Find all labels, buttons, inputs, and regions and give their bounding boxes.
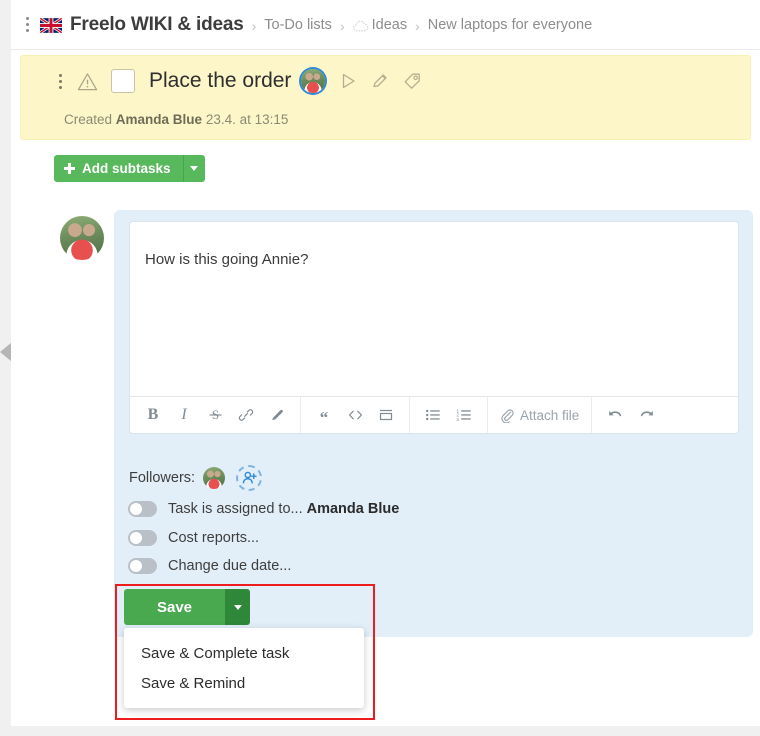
toolbar-group-blocks: “	[301, 397, 410, 433]
toggle-cost-reports[interactable]	[128, 530, 157, 546]
chevron-down-icon	[190, 166, 199, 171]
toolbar-group-history	[592, 397, 669, 433]
paperclip-icon	[500, 408, 514, 423]
app-root: Freelo WIKI & ideas › To-Do lists › Idea…	[0, 0, 760, 736]
comment-editor[interactable]: How is this going Annie? B I S	[129, 221, 739, 434]
task-assignee-avatar[interactable]	[301, 69, 326, 93]
highlighter-icon[interactable]	[264, 402, 290, 428]
editor-toolbar: B I S	[130, 396, 738, 433]
breadcrumb-project[interactable]: Freelo WIKI & ideas	[70, 14, 244, 36]
toggle-text: Task is assigned to...	[168, 501, 303, 517]
breadcrumb-separator-3: ›	[415, 17, 420, 34]
toolbar-group-format: B I S	[130, 397, 301, 433]
toggle-row-change-due-date: Change due date...	[128, 558, 291, 574]
toolbar-group-attach: Attach file	[488, 397, 593, 433]
created-author: Amanda Blue	[115, 112, 203, 127]
toggle-label-change-due-date: Change due date...	[168, 558, 292, 574]
undo-icon[interactable]	[602, 402, 628, 428]
followers-label: Followers:	[129, 470, 196, 486]
edit-pencil-icon[interactable]	[371, 72, 389, 90]
add-person-icon[interactable]	[236, 465, 263, 491]
block-icon[interactable]	[373, 402, 399, 428]
toggle-task-assigned-to[interactable]	[128, 501, 157, 517]
toggle-label-cost-reports: Cost reports...	[168, 530, 260, 546]
numbered-list-icon[interactable]: 1 2 3	[451, 402, 477, 428]
bullet-list-icon[interactable]	[420, 402, 446, 428]
page-card: Freelo WIKI & ideas › To-Do lists › Idea…	[11, 0, 760, 726]
toolbar-group-lists: 1 2 3	[410, 397, 488, 433]
task-header-strip: Place the order Created Amanda Blue 23.4…	[20, 55, 751, 140]
breadcrumb-separator-2: ›	[339, 17, 345, 34]
svg-text:3: 3	[456, 417, 459, 422]
code-icon[interactable]	[342, 402, 368, 428]
cloud-icon	[352, 20, 369, 33]
menu-item-save-remind[interactable]: Save & Remind	[124, 668, 364, 698]
toggle-row-task-assigned-to: Task is assigned to... Amanda Blue	[128, 501, 399, 517]
redo-icon[interactable]	[633, 402, 659, 428]
save-button[interactable]: Save	[124, 589, 225, 625]
attach-file-label: Attach file	[520, 407, 580, 423]
save-button-group: Save	[124, 589, 250, 625]
page-title[interactable]: Place the order	[149, 69, 291, 93]
breadcrumb-item-ideas[interactable]: Ideas	[372, 17, 407, 33]
toggle-row-cost-reports: Cost reports...	[128, 530, 259, 546]
comment-composer-panel: How is this going Annie? B I S	[114, 210, 753, 637]
menu-item-save-complete-task[interactable]: Save & Complete task	[124, 638, 364, 668]
uk-flag-icon	[40, 18, 62, 33]
comment-author-avatar[interactable]	[60, 216, 104, 260]
kebab-menu-icon[interactable]	[20, 15, 34, 35]
plus-icon	[64, 163, 75, 174]
breadcrumb-separator-1: ›	[251, 17, 257, 34]
toggle-value: Amanda Blue	[306, 501, 400, 517]
comment-input[interactable]: How is this going Annie?	[145, 251, 308, 268]
task-kebab-menu-icon[interactable]	[54, 71, 67, 91]
task-created-line: Created Amanda Blue 23.4. at 13:15	[64, 112, 288, 127]
toggle-label-task-assigned-to: Task is assigned to... Amanda Blue	[168, 501, 399, 517]
warning-triangle-icon[interactable]	[77, 72, 98, 91]
add-subtasks-button[interactable]: Add subtasks	[54, 155, 183, 182]
breadcrumb-item-todo-lists[interactable]: To-Do lists	[264, 17, 332, 33]
attach-file-button[interactable]: Attach file	[498, 408, 581, 423]
quote-icon[interactable]: “	[311, 402, 337, 428]
created-date: 23.4. at 13:15	[205, 112, 289, 127]
add-subtasks-label: Add subtasks	[82, 161, 171, 176]
bold-icon[interactable]: B	[140, 402, 166, 428]
add-subtasks-dropdown-button[interactable]	[182, 155, 205, 182]
collapse-triangle	[0, 343, 11, 361]
task-complete-checkbox[interactable]	[111, 69, 135, 93]
save-dropdown-menu: Save & Complete task Save & Remind	[124, 628, 364, 708]
save-dropdown-button[interactable]	[225, 589, 250, 625]
play-timer-icon[interactable]	[339, 72, 357, 90]
breadcrumb: Freelo WIKI & ideas › To-Do lists › Idea…	[11, 0, 760, 50]
chevron-down-icon	[233, 604, 242, 610]
followers-row: Followers:	[129, 465, 263, 491]
link-icon[interactable]	[233, 402, 259, 428]
strikethrough-icon[interactable]: S	[202, 402, 228, 428]
italic-icon[interactable]: I	[171, 402, 197, 428]
follower-avatar[interactable]	[203, 467, 226, 489]
add-subtasks-group: Add subtasks	[54, 155, 205, 182]
tag-icon[interactable]	[403, 72, 422, 90]
created-prefix: Created	[64, 112, 113, 127]
task-title-row: Place the order	[54, 69, 422, 93]
breadcrumb-item-current[interactable]: New laptops for everyone	[428, 17, 592, 33]
toggle-change-due-date[interactable]	[128, 558, 157, 574]
